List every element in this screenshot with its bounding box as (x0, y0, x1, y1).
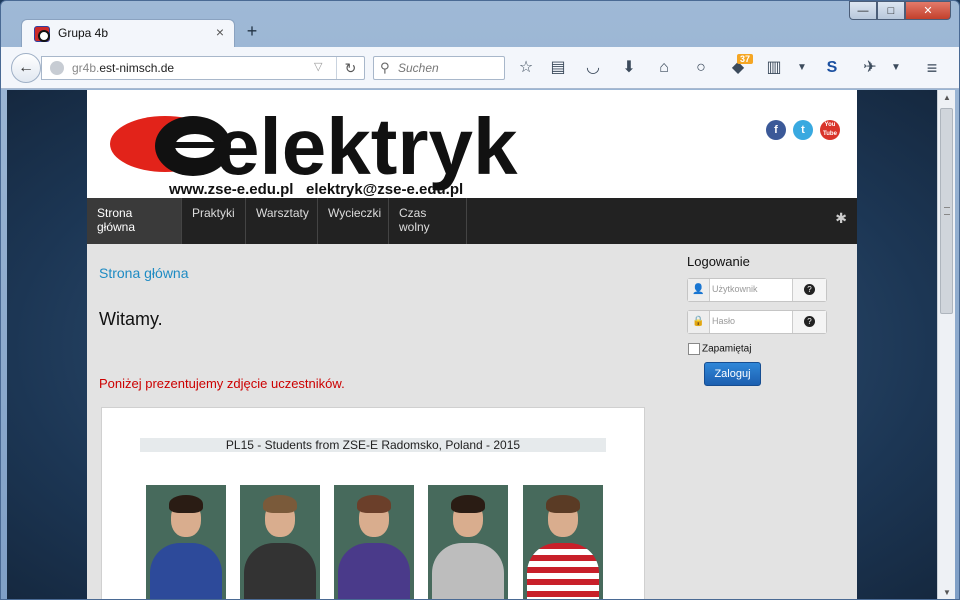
navigation-toolbar: ← gr4b.est-nimsch.de ▽ ↻ ⚲ Suchen ☆ ▤ ◡ … (1, 47, 959, 89)
notification-badge: 37 (737, 54, 754, 64)
scroll-up-icon[interactable]: ▲ (938, 90, 956, 106)
svg-text:elektryk: elektryk (215, 102, 518, 191)
lock-icon: 🔒 (688, 311, 710, 333)
page-title: Witamy. (99, 309, 163, 329)
search-icon: ⚲ (380, 60, 390, 75)
student-photo (146, 485, 226, 599)
reload-icon[interactable]: ↻ (336, 57, 364, 79)
tab-title: Grupa 4b (58, 26, 109, 40)
main-menu: Strona główna Praktyki Warsztaty Wyciecz… (87, 198, 857, 244)
hamburger-menu-icon[interactable]: ≡ (921, 57, 943, 79)
globe-icon (50, 61, 64, 75)
browser-window: Grupa 4b × + — □ ✕ ← gr4b.est-nimsch.de … (0, 0, 960, 600)
reading-list-icon[interactable]: ▤ (547, 57, 569, 79)
extension-icon[interactable]: ✈ (859, 57, 881, 79)
arrow-left-icon: ← (18, 59, 34, 76)
clipboard-icon[interactable]: ▥ (763, 57, 785, 79)
window-controls: — □ ✕ (849, 1, 951, 21)
maximize-button[interactable]: □ (877, 1, 905, 20)
url-text: gr4b.est-nimsch.de (72, 61, 175, 75)
student-photo (334, 485, 414, 599)
close-window-button[interactable]: ✕ (905, 1, 951, 20)
extension-dropdown-icon[interactable]: ▼ (885, 57, 907, 79)
remember-checkbox[interactable] (688, 343, 700, 355)
site-favicon-icon (34, 26, 50, 42)
back-button[interactable]: ← (11, 53, 41, 83)
search-bar[interactable]: ⚲ Suchen (373, 56, 505, 80)
login-button[interactable]: Zaloguj (704, 362, 761, 386)
username-field[interactable]: 👤 Użytkownik (687, 278, 827, 302)
s-extension-icon[interactable]: S (821, 57, 843, 79)
intro-text: Poniżej prezentujemy zdjęcie uczestników… (99, 376, 345, 391)
group-photo: PL15 - Students from ZSE-E Radomsko, Pol… (101, 407, 645, 599)
user-icon: 👤 (688, 279, 710, 301)
username-input[interactable]: Użytkownik (712, 284, 758, 294)
menu-item-praktyki[interactable]: Praktyki (182, 198, 246, 244)
web-page: elektryk www.zse-e.edu.pl elektryk@zse-e… (87, 90, 857, 599)
vertical-scrollbar[interactable]: ▲ ▼ (937, 90, 956, 599)
site-logo[interactable]: elektryk www.zse-e.edu.pl elektryk@zse-e… (105, 98, 705, 198)
help-icon[interactable] (792, 279, 826, 301)
menu-item-wycieczki[interactable]: Wycieczki (318, 198, 389, 244)
student-photo (428, 485, 508, 599)
student-photo (240, 485, 320, 599)
browser-tab[interactable]: Grupa 4b × (21, 19, 235, 47)
search-input[interactable]: Suchen (398, 61, 439, 75)
url-dropdown-icon[interactable]: ▽ (314, 60, 322, 73)
svg-text:www.zse-e.edu.pl elektryk@zs: www.zse-e.edu.pl elektryk@zse-e.edu.pl (168, 181, 463, 198)
scroll-down-icon[interactable]: ▼ (938, 585, 956, 599)
student-photo (523, 485, 603, 599)
gear-icon[interactable]: ✱ (835, 210, 847, 227)
minimize-button[interactable]: — (849, 1, 877, 20)
password-input[interactable]: Hasło (712, 316, 735, 326)
download-icon[interactable]: ⬇ (618, 57, 640, 79)
home-icon[interactable]: ⌂ (653, 57, 675, 79)
twitter-icon[interactable]: t (793, 120, 813, 140)
dropdown-arrow-icon[interactable]: ▼ (791, 57, 813, 79)
facebook-icon[interactable]: f (766, 120, 786, 140)
remember-label: Zapamiętaj (702, 343, 752, 355)
pocket-icon[interactable]: ◡ (582, 57, 604, 79)
menu-item-strona-glowna[interactable]: Strona główna (87, 198, 182, 244)
tab-strip: Grupa 4b × + (1, 1, 959, 47)
password-field[interactable]: 🔒 Hasło (687, 310, 827, 334)
youtube-icon[interactable]: You Tube (820, 120, 840, 140)
menu-item-warsztaty[interactable]: Warsztaty (246, 198, 318, 244)
page-viewport: elektryk www.zse-e.edu.pl elektryk@zse-e… (7, 90, 937, 599)
new-tab-button[interactable]: + (243, 21, 261, 42)
chat-icon[interactable]: ○ (690, 57, 712, 79)
breadcrumb[interactable]: Strona główna (99, 265, 189, 281)
site-header: elektryk www.zse-e.edu.pl elektryk@zse-e… (87, 90, 857, 198)
photo-caption: PL15 - Students from ZSE-E Radomsko, Pol… (140, 438, 606, 452)
remember-me[interactable]: Zapamiętaj (688, 343, 751, 355)
help-icon[interactable] (792, 311, 826, 333)
address-bar[interactable]: gr4b.est-nimsch.de ▽ ↻ (41, 56, 365, 80)
bookmark-star-icon[interactable]: ☆ (515, 57, 537, 79)
close-tab-icon[interactable]: × (216, 24, 224, 40)
menu-item-czas-wolny[interactable]: Czas wolny (389, 198, 467, 244)
login-title: Logowanie (687, 254, 750, 269)
scrollbar-thumb[interactable] (940, 108, 953, 314)
